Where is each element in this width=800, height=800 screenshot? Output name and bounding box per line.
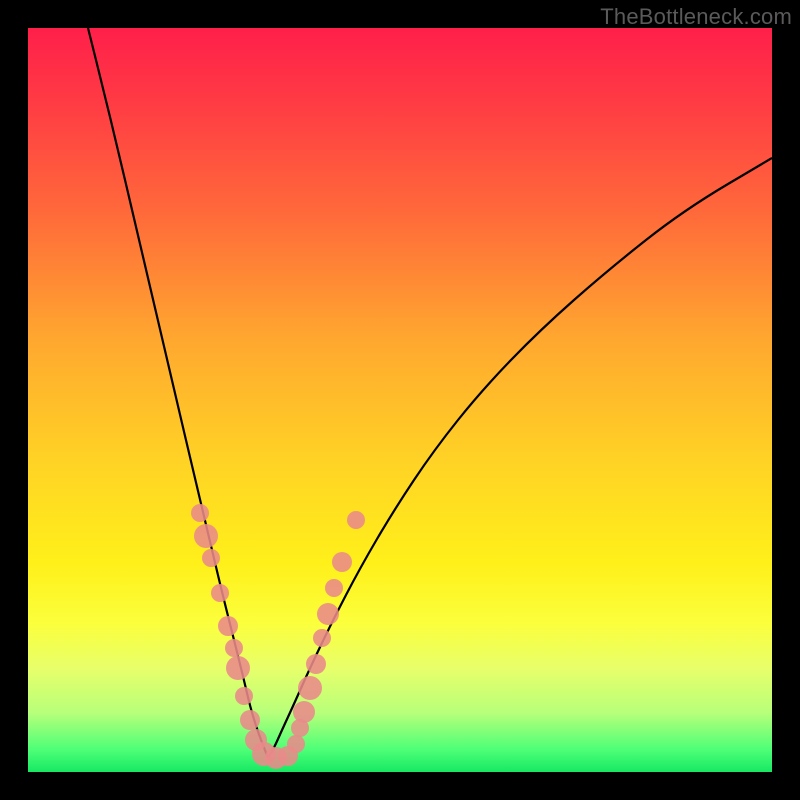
data-bead — [226, 656, 250, 680]
data-bead — [211, 584, 229, 602]
data-bead — [202, 549, 220, 567]
data-bead — [218, 616, 238, 636]
chart-svg — [28, 28, 772, 772]
data-bead — [225, 639, 243, 657]
data-bead — [287, 735, 305, 753]
data-bead — [347, 511, 365, 529]
data-bead — [306, 654, 326, 674]
data-bead — [194, 524, 218, 548]
data-bead — [293, 701, 315, 723]
curve-right-branch — [268, 158, 772, 758]
watermark-text: TheBottleneck.com — [600, 4, 792, 30]
data-bead — [317, 603, 339, 625]
data-bead — [191, 504, 209, 522]
bead-group — [191, 504, 365, 769]
data-bead — [313, 629, 331, 647]
data-bead — [235, 687, 253, 705]
plot-area — [28, 28, 772, 772]
data-bead — [298, 676, 322, 700]
data-bead — [240, 710, 260, 730]
data-bead — [332, 552, 352, 572]
chart-frame: TheBottleneck.com — [0, 0, 800, 800]
data-bead — [325, 579, 343, 597]
